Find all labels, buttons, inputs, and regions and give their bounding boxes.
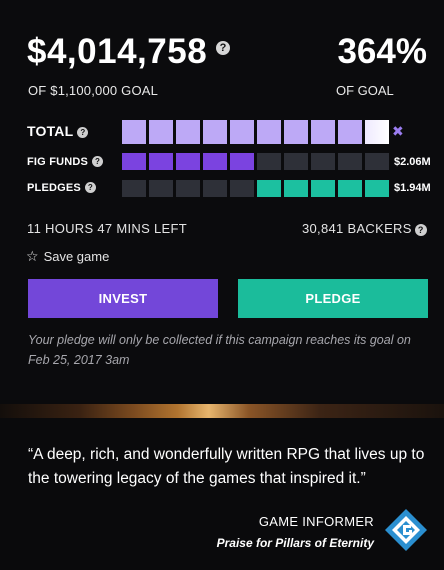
review-source: GAME INFORMER [258,514,374,529]
fig-funds-bar-segment [203,153,227,170]
pledges-progress-bar [122,180,389,197]
total-bar-segment [284,120,308,144]
fig-funds-label: FIG FUNDS? [27,156,104,168]
fig-funds-label-text: FIG FUNDS [27,156,89,168]
backers-text: 30,841 BACKERS [302,221,412,236]
save-game-label: Save game [43,249,110,264]
pledges-bar-segment [230,180,254,197]
campaign-panel: $4,014,758 ? OF $1,100,000 GOAL 364% OF … [0,0,444,400]
review-praise: Praise for Pillars of Eternity [216,536,374,550]
pledges-bar-segment [176,180,200,197]
fig-funds-help-icon[interactable]: ? [92,156,104,167]
fig-funds-amount: $2.06M [394,156,431,168]
total-label-text: TOTAL [27,123,74,139]
goal-text: OF $1,100,000 GOAL [28,83,159,98]
backers-count: 30,841 BACKERS? [302,221,427,236]
pledges-help-icon[interactable]: ? [84,182,96,193]
pledges-bar-segment [284,180,308,197]
fig-funds-bar-segment [122,153,146,170]
pledges-bar-segment [149,180,173,197]
pledges-bar-segment [365,180,389,197]
total-bar-segment [149,120,173,144]
pledges-bar-segment [338,180,362,197]
fig-funds-bar-segment [365,153,389,170]
total-bar-segment [311,120,335,144]
pledges-label-text: PLEDGES [27,182,81,194]
fig-funds-progress-bar [122,153,389,170]
invest-button[interactable]: INVEST [28,279,218,318]
fig-funds-bar-segment [257,153,281,170]
pledge-note: Your pledge will only be collected if th… [28,333,411,367]
total-bar-segment [230,120,254,144]
fig-funds-bar-segment [338,153,362,170]
fig-funds-bar-segment [284,153,308,170]
total-bar-segment [338,120,362,144]
star-outline-icon: ☆ [26,248,39,264]
backers-help-icon[interactable]: ? [414,224,427,236]
total-progress-bar [122,120,389,144]
raised-help-icon[interactable]: ? [216,41,230,55]
total-help-icon[interactable]: ? [77,127,89,138]
total-bar-segment [257,120,281,144]
pledges-bar-segment [257,180,281,197]
amount-raised: $4,014,758 [27,32,208,71]
total-bar-segment [365,120,389,144]
save-game-button[interactable]: ☆ Save game [26,248,109,265]
banner-image-strip [0,404,444,418]
total-bar-segment [176,120,200,144]
total-bar-segment [203,120,227,144]
percent-sub: OF GOAL [336,83,394,98]
close-icon[interactable]: ✖ [392,123,404,140]
fig-funds-bar-segment [176,153,200,170]
total-label: TOTAL? [27,123,89,139]
pledge-button[interactable]: PLEDGE [238,279,428,318]
time-left: 11 HOURS 47 MINS LEFT [27,221,187,236]
pledges-bar-segment [311,180,335,197]
total-bar-segment [122,120,146,144]
pledges-bar-segment [203,180,227,197]
pledges-bar-segment [122,180,146,197]
percent-funded: 364% [337,32,427,71]
fig-funds-bar-segment [149,153,173,170]
fig-funds-bar-segment [230,153,254,170]
pledges-label: PLEDGES? [27,182,96,194]
game-informer-logo-icon [385,509,427,551]
pledges-amount: $1.94M [394,182,431,194]
fig-funds-bar-segment [311,153,335,170]
review-quote: “A deep, rich, and wonderfully written R… [28,446,425,487]
